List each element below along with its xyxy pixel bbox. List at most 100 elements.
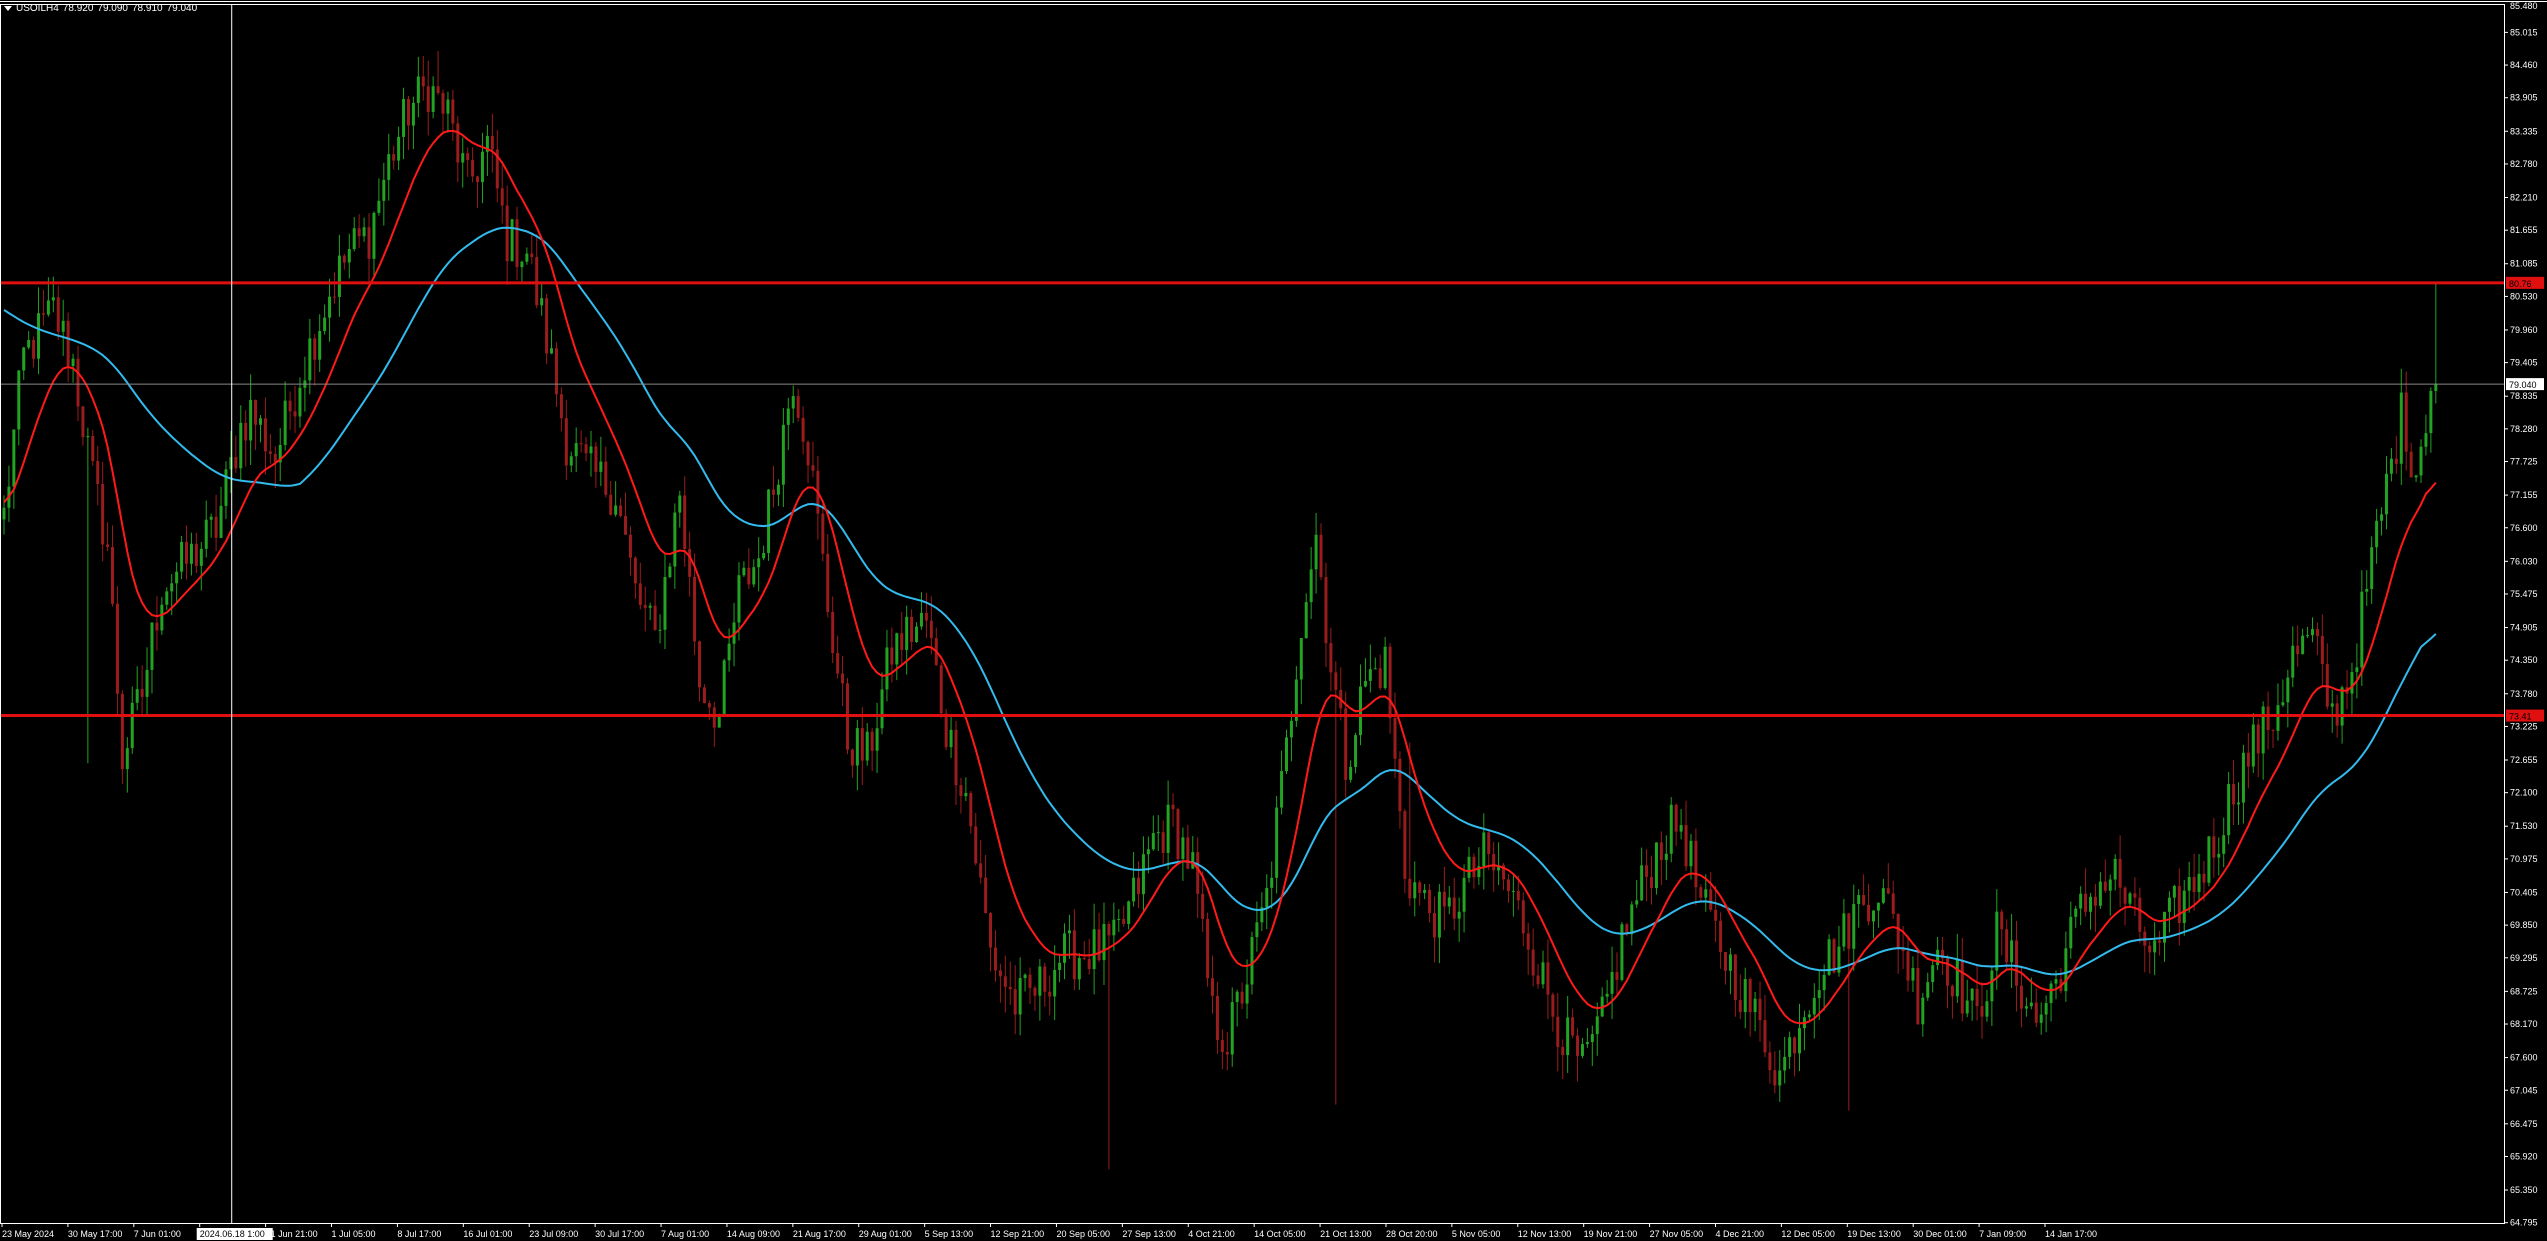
candle-body bbox=[2138, 897, 2142, 932]
candle-body bbox=[678, 495, 682, 513]
candle-body bbox=[1018, 978, 1022, 1015]
candle-body bbox=[1970, 988, 1974, 1001]
candle-body bbox=[559, 394, 563, 419]
time-tick-label: 30 Dec 01:00 bbox=[1913, 1229, 1967, 1239]
candle-body bbox=[357, 228, 361, 237]
candle-body bbox=[1960, 959, 1964, 1014]
candle-body bbox=[771, 489, 775, 495]
candle-body bbox=[387, 154, 391, 180]
candle-body bbox=[1778, 1070, 1782, 1086]
candle-body bbox=[752, 567, 756, 585]
candle-body bbox=[510, 219, 514, 262]
candle-body bbox=[441, 93, 445, 114]
candle-body bbox=[722, 660, 726, 714]
candle-body bbox=[1610, 972, 1614, 994]
candle-body bbox=[2192, 877, 2196, 892]
candle-body bbox=[2375, 520, 2379, 548]
time-tick-label: 27 Sep 13:00 bbox=[1122, 1229, 1176, 1239]
candle-body bbox=[1161, 832, 1165, 853]
candle-body bbox=[545, 298, 549, 354]
time-tick-label: 1 Jul 05:00 bbox=[332, 1229, 376, 1239]
candle-body bbox=[2261, 706, 2265, 754]
candle-body bbox=[1166, 804, 1170, 853]
candle-body bbox=[1876, 902, 1880, 911]
candle-body bbox=[673, 512, 677, 567]
candle-body bbox=[574, 443, 578, 457]
candle-body bbox=[1654, 842, 1658, 889]
candle-body bbox=[1215, 995, 1219, 1041]
candle-body bbox=[2044, 1003, 2048, 1015]
candle-body bbox=[2005, 929, 2009, 963]
candle-body bbox=[115, 603, 119, 694]
candle-body bbox=[2064, 948, 2068, 992]
candle-body bbox=[17, 370, 21, 430]
candle-body bbox=[1906, 951, 1910, 981]
candle-body bbox=[1891, 893, 1895, 915]
candle-body bbox=[1585, 1042, 1589, 1045]
candle-body bbox=[1822, 974, 1826, 991]
candle-body bbox=[91, 435, 95, 461]
candle-body bbox=[2365, 588, 2369, 592]
price-chart[interactable]: 85.480 85.015 84.460 83.905 83.335 82.780 82.2… bbox=[0, 0, 2547, 1241]
candle-body bbox=[2212, 836, 2216, 858]
candle-body bbox=[535, 257, 539, 306]
price-tick-label: 66.475 bbox=[2510, 1119, 2538, 1129]
candle-body bbox=[456, 123, 460, 163]
candle-body bbox=[900, 633, 904, 650]
price-tick-label: 85.015 bbox=[2510, 27, 2538, 37]
candle-body bbox=[1457, 911, 1461, 919]
candle-body bbox=[776, 484, 780, 495]
candle-body bbox=[1605, 993, 1609, 997]
candle-body bbox=[1432, 913, 1436, 938]
candle-body bbox=[1122, 918, 1126, 924]
candle-body bbox=[1576, 1035, 1580, 1056]
candle-body bbox=[2424, 433, 2428, 447]
candle-body bbox=[2266, 706, 2270, 730]
candle-body bbox=[648, 605, 652, 608]
candle-body bbox=[890, 647, 894, 665]
candle-body bbox=[589, 446, 593, 454]
candle-body bbox=[1082, 958, 1086, 960]
candle-body bbox=[979, 863, 983, 878]
candle-body bbox=[1206, 918, 1210, 979]
candle-body bbox=[821, 513, 825, 554]
candle-body bbox=[1862, 895, 1866, 905]
candle-body bbox=[392, 154, 396, 161]
price-tick-label: 72.100 bbox=[2510, 788, 2538, 798]
candle-body bbox=[530, 253, 534, 258]
candle-body bbox=[895, 633, 899, 665]
candle-body bbox=[490, 135, 494, 150]
candle-body bbox=[2370, 547, 2374, 589]
candle-body bbox=[382, 179, 386, 201]
candle-body bbox=[1235, 991, 1239, 1003]
candle-body bbox=[1275, 807, 1279, 878]
candle-body bbox=[1447, 897, 1451, 907]
candle-body bbox=[554, 348, 558, 395]
candle-body bbox=[2315, 629, 2319, 637]
candle-body bbox=[1551, 994, 1555, 1017]
collapse-triangle-icon[interactable] bbox=[4, 5, 12, 11]
price-tick-label: 74.350 bbox=[2510, 655, 2538, 665]
candle-body bbox=[254, 399, 258, 425]
candle-body bbox=[367, 227, 371, 259]
candle-body bbox=[712, 707, 716, 728]
candle-body bbox=[1709, 889, 1713, 910]
candle-body bbox=[1724, 952, 1728, 971]
candle-body bbox=[1580, 1044, 1584, 1056]
price-tick-label: 69.295 bbox=[2510, 953, 2538, 963]
candle-body bbox=[1280, 771, 1284, 808]
price-tick-label: 77.155 bbox=[2510, 490, 2538, 500]
candle-body bbox=[747, 567, 751, 585]
candle-body bbox=[594, 446, 598, 472]
price-tick-label: 73.780 bbox=[2510, 689, 2538, 699]
candle-body bbox=[727, 643, 731, 661]
candle-body bbox=[2103, 881, 2107, 891]
candle-body bbox=[1265, 887, 1269, 908]
candle-body bbox=[1763, 1020, 1767, 1053]
candle-body bbox=[66, 320, 70, 366]
time-tick-label: 7 Jan 09:00 bbox=[1979, 1229, 2026, 1239]
candle-body bbox=[505, 205, 509, 262]
candle-body bbox=[910, 616, 914, 643]
candle-body bbox=[1299, 638, 1303, 680]
price-tick-label: 68.170 bbox=[2510, 1019, 2538, 1029]
